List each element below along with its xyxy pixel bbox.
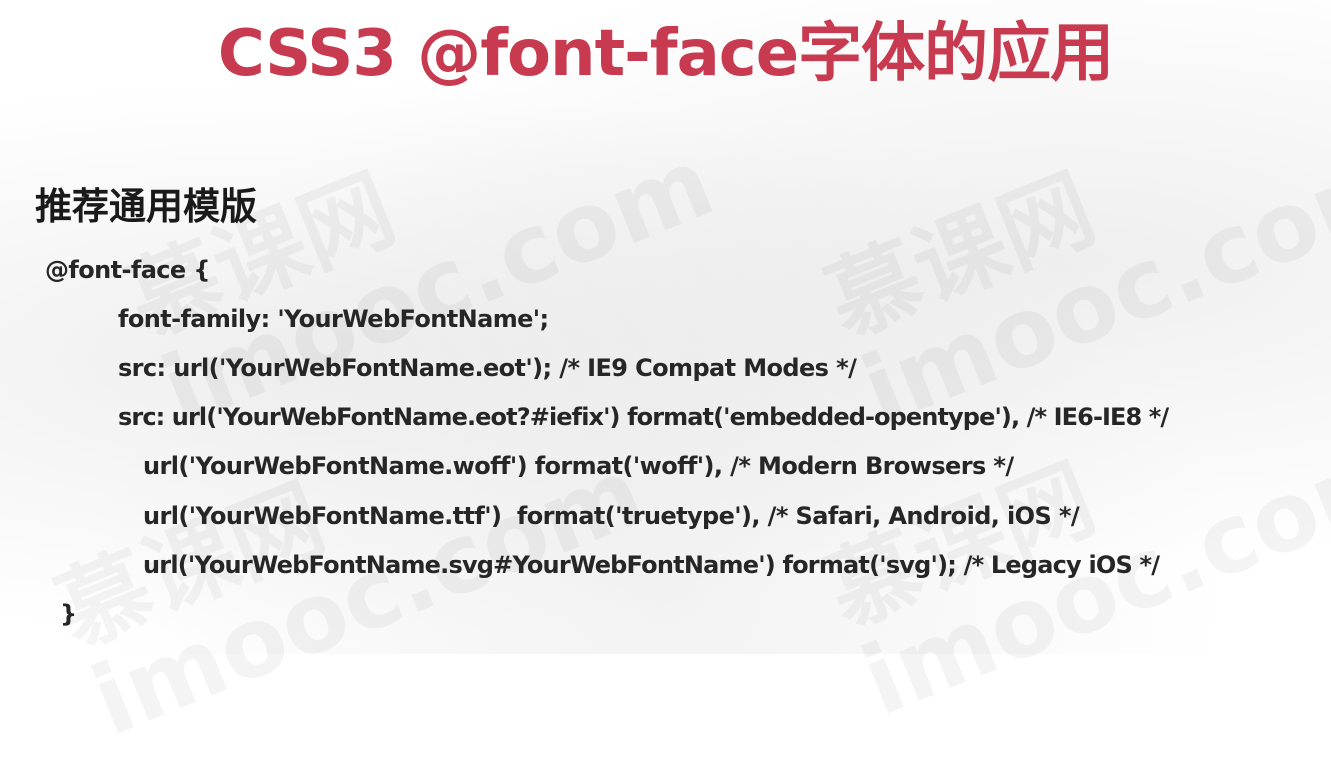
code-line: font-family: 'YourWebFontName'; xyxy=(118,305,549,333)
code-line: url('YourWebFontName.woff') format('woff… xyxy=(143,452,1014,480)
watermark-text-en: imooc.com xyxy=(147,126,728,448)
slide-title: CSS3 @font-face字体的应用 xyxy=(217,17,1114,91)
code-line: src: url('YourWebFontName.eot?#iefix') f… xyxy=(118,403,1169,431)
watermark-text-en: imooc.com xyxy=(77,436,658,757)
code-line: src: url('YourWebFontName.eot'); /* IE9 … xyxy=(118,354,857,382)
code-line: url('YourWebFontName.svg#YourWebFontName… xyxy=(143,551,1160,579)
watermark-logo: 慕课网 imooc.com xyxy=(813,48,1331,448)
watermark-text-cn: 慕课网 xyxy=(813,338,1331,648)
code-line: url('YourWebFontName.ttf') format('truet… xyxy=(143,502,1080,530)
section-heading: 推荐通用模版 xyxy=(35,185,257,228)
code-line: } xyxy=(60,600,77,628)
watermark-text-en: imooc.com xyxy=(847,126,1331,448)
code-line: @font-face { xyxy=(45,256,210,284)
